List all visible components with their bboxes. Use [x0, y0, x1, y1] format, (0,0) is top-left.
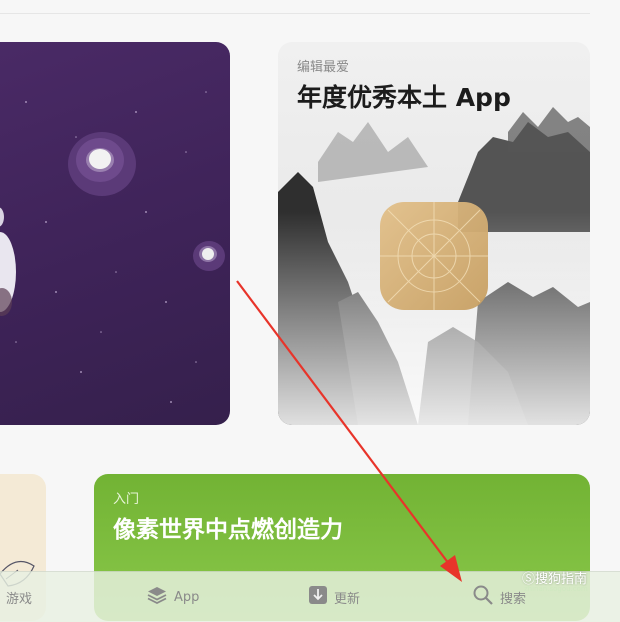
- card-kicker: 编辑最爱: [297, 60, 350, 75]
- tab-label: 更新: [334, 591, 361, 607]
- tab-games[interactable]: 游戏: [6, 572, 32, 622]
- featured-card-space[interactable]: [0, 42, 230, 425]
- card-kicker: 入门: [113, 492, 140, 507]
- tab-label: App: [174, 589, 200, 605]
- card-title: 年度优秀本土 App: [297, 83, 511, 112]
- card-title: 像素世界中点燃创造力: [113, 517, 343, 543]
- tab-search[interactable]: 搜索: [472, 572, 526, 622]
- top-divider: [0, 13, 590, 14]
- tab-updates[interactable]: 更新: [308, 572, 360, 622]
- search-icon: [472, 584, 494, 610]
- layers-icon: [146, 585, 168, 609]
- space-illustration: [0, 91, 225, 403]
- tab-label: 游戏: [6, 591, 33, 607]
- watermark-url: zhinan.sogou.com: [524, 585, 588, 593]
- featured-card-editors-choice[interactable]: 编辑最爱 年度优秀本土 App: [278, 42, 590, 425]
- download-icon: [308, 584, 328, 610]
- tab-apps[interactable]: App: [146, 572, 199, 622]
- tab-label: 搜索: [500, 591, 527, 607]
